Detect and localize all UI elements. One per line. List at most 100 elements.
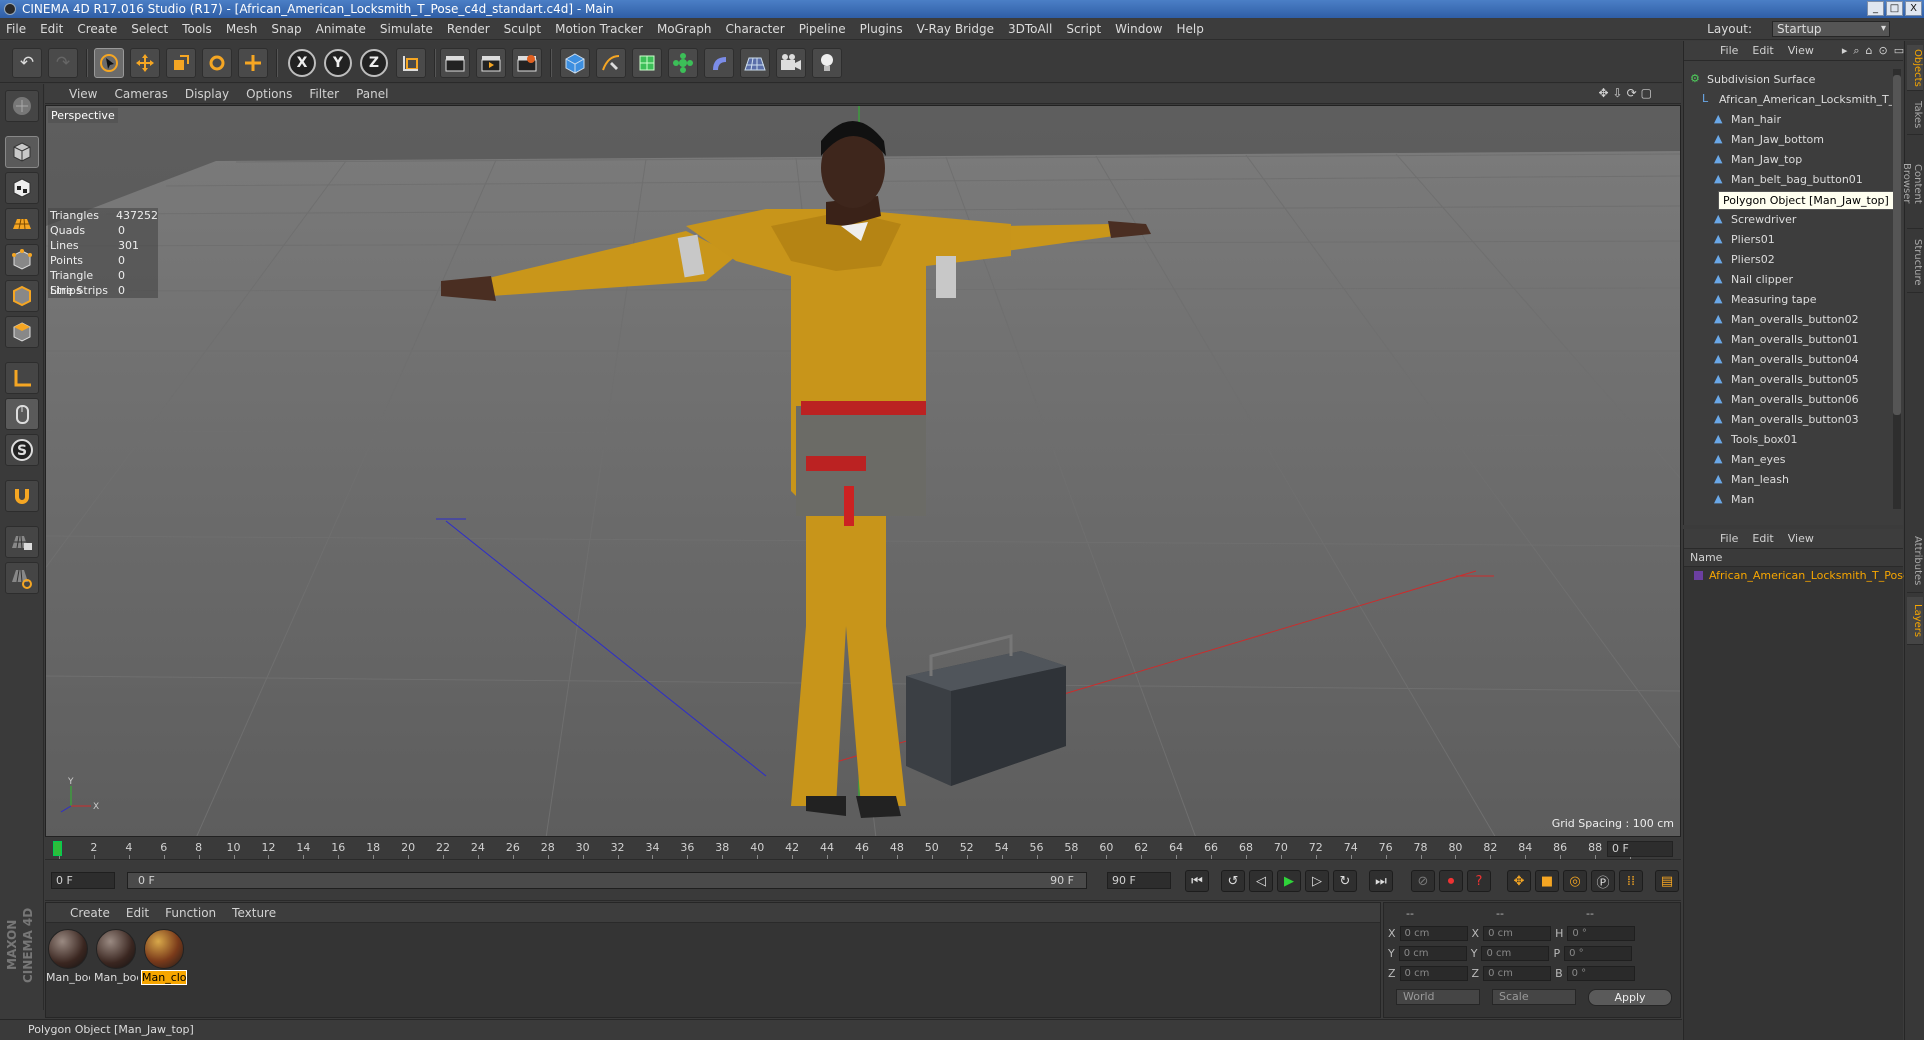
object-tree-item[interactable]: ▲ Man_Jaw_top [1714,149,1802,169]
points-mode-button[interactable] [5,244,39,276]
axis-mode-button[interactable] [5,362,39,394]
viewport-navigation-icons[interactable]: ✥⇩⟳▢ [1598,86,1656,100]
object-tree-item[interactable]: ⚙ Subdivision Surface [1690,69,1815,89]
perspective-viewport[interactable]: Y X Perspective Triangles 437252 Quads 0 L… [45,105,1681,837]
close-button[interactable]: X [1905,1,1922,16]
object-menu-view[interactable]: View [1788,44,1814,57]
object-tree-item[interactable]: ▲ Man_overalls_button06 [1714,389,1859,409]
recent-tools-button[interactable] [238,48,268,78]
locked-workplane-button[interactable] [5,526,39,558]
object-tree-scrollbar[interactable] [1893,69,1901,509]
menu-edit[interactable]: Edit [40,22,63,36]
polygons-mode-button[interactable] [5,316,39,348]
object-tree-item[interactable]: ▲ Nail clipper [1714,269,1793,289]
end-frame-field[interactable]: 90 F [1107,872,1171,889]
menu-mograph[interactable]: MoGraph [657,22,712,36]
coordinate-system-button[interactable] [396,48,426,78]
go-to-end-button[interactable]: ⏭ [1369,870,1393,892]
position-z-field[interactable]: 0 cm [1399,965,1468,981]
previous-frame-button[interactable]: ◁ [1249,870,1273,892]
tab-objects[interactable]: Objects [1907,45,1923,91]
menu-vray-bridge[interactable]: V-Ray Bridge [917,22,994,36]
add-cloner-button[interactable] [668,48,698,78]
frame-range-slider[interactable]: 0 F 90 F [127,872,1087,889]
render-view-button[interactable] [440,48,470,78]
object-tree-item[interactable]: ▲ Man_Jaw_bottom [1714,129,1824,149]
next-frame-button[interactable]: ▷ [1305,870,1329,892]
record-point-level-button[interactable]: ⁞⁞ [1619,870,1643,892]
layer-menu-edit[interactable]: Edit [1752,532,1773,545]
tab-structure[interactable]: Structure [1907,233,1923,293]
menu-render[interactable]: Render [447,22,490,36]
add-light-button[interactable] [812,48,842,78]
y-axis-lock-button[interactable]: Y [324,49,352,77]
object-tree-item[interactable]: ▲ Man_leash [1714,469,1789,489]
record-scale-button[interactable]: ■ [1535,870,1559,892]
tab-layers[interactable]: Layers [1907,597,1923,645]
scale-tool-button[interactable] [166,48,196,78]
size-y-field[interactable]: 0 cm [1481,945,1550,961]
object-tree-item[interactable]: ▲ Man_overalls_button04 [1714,349,1859,369]
object-manager-tools-icons[interactable]: ▸⌕⌂⊙▭ [1842,44,1910,58]
object-tree-item[interactable]: L African_American_Locksmith_T_ [1702,89,1892,109]
record-rotation-button[interactable]: ◎ [1563,870,1587,892]
material-menu-edit[interactable]: Edit [126,906,149,920]
tab-content-browser[interactable]: Content Browser [1901,139,1923,229]
layout-dropdown[interactable]: Startup [1772,21,1890,37]
object-tree-item[interactable]: ▲ Man_belt_bag_button01 [1714,169,1863,189]
layer-row[interactable]: African_American_Locksmith_T_Pose [1694,569,1910,582]
object-tree-item[interactable]: ▲ Man_overalls_button05 [1714,369,1859,389]
move-tool-button[interactable] [130,48,160,78]
menu-character[interactable]: Character [725,22,784,36]
menu-simulate[interactable]: Simulate [380,22,433,36]
material-swatch[interactable]: Man_boc [46,929,90,984]
object-tree-item[interactable]: ▲ Screwdriver [1714,209,1796,229]
menu-pipeline[interactable]: Pipeline [799,22,846,36]
object-tree-item[interactable]: ▲ Man_overalls_button01 [1714,329,1859,349]
play-button[interactable]: ▶ [1277,870,1301,892]
menu-tools[interactable]: Tools [182,22,212,36]
magnet-tool-button[interactable] [5,480,39,512]
previous-key-button[interactable]: ↺ [1221,870,1245,892]
current-frame-field[interactable]: 0 F [1607,841,1673,857]
menu-create[interactable]: Create [77,22,117,36]
layer-menu-file[interactable]: File [1720,532,1738,545]
tweak-mode-button[interactable] [5,398,39,430]
size-x-field[interactable]: 0 cm [1483,925,1552,941]
size-mode-dropdown[interactable]: Scale [1492,989,1576,1005]
x-axis-lock-button[interactable]: X [288,49,316,77]
tab-takes[interactable]: Takes [1907,95,1923,135]
viewport-menu-panel[interactable]: Panel [356,87,388,101]
layer-menu-view[interactable]: View [1788,532,1814,545]
object-tree-item[interactable]: ▲ Tools_box01 [1714,429,1797,449]
menu-motion-tracker[interactable]: Motion Tracker [555,22,643,36]
render-picture-viewer-button[interactable] [476,48,506,78]
rotation-p-field[interactable]: 0 ° [1564,945,1633,961]
size-z-field[interactable]: 0 cm [1483,965,1552,981]
object-tree-item[interactable]: ▲ Man_overalls_button02 [1714,309,1859,329]
object-menu-file[interactable]: File [1720,44,1738,57]
material-menu-create[interactable]: Create [70,906,110,920]
menu-mesh[interactable]: Mesh [226,22,258,36]
record-position-button[interactable]: ✥ [1507,870,1531,892]
viewport-menu-view[interactable]: View [69,87,97,101]
menu-plugins[interactable]: Plugins [860,22,903,36]
viewport-menu-cameras[interactable]: Cameras [114,87,167,101]
position-y-field[interactable]: 0 cm [1398,945,1467,961]
coordinate-mode-dropdown[interactable]: World [1396,989,1480,1005]
viewport-menu-options[interactable]: Options [246,87,292,101]
material-menu-function[interactable]: Function [165,906,216,920]
live-selection-button[interactable] [94,48,124,78]
object-tree-item[interactable]: ▲ Measuring tape [1714,289,1817,309]
object-tree-item[interactable]: ▲ Man [1714,489,1754,509]
object-tree-item[interactable]: ▲ Man_eyes [1714,449,1785,469]
material-menu-texture[interactable]: Texture [232,906,276,920]
menu-window[interactable]: Window [1115,22,1162,36]
record-keys-button[interactable]: ⊘ [1411,870,1435,892]
rotation-b-field[interactable]: 0 ° [1566,965,1635,981]
add-deformer-button[interactable] [704,48,734,78]
minimize-button[interactable]: _ [1867,1,1884,16]
object-tree-item[interactable]: ▲ Man_overalls_button03 [1714,409,1859,429]
planar-workplane-button[interactable] [5,562,39,594]
menu-script[interactable]: Script [1066,22,1101,36]
